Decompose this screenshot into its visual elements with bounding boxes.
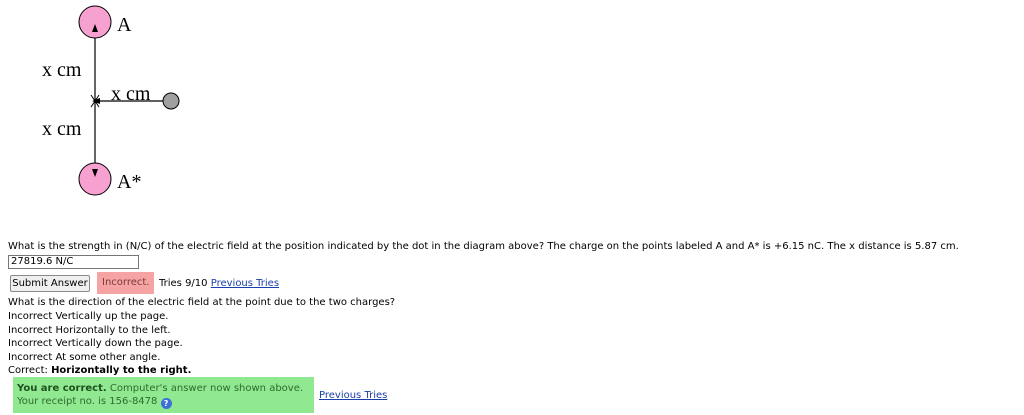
charge-diagram: A A* x cm x cm x cm — [42, 5, 180, 196]
question-1-text: What is the strength in (N/C) of the ele… — [8, 241, 959, 252]
list-item: Incorrect Vertically down the page. — [8, 338, 183, 349]
submit-answer-button[interactable]: Submit Answer — [10, 275, 90, 292]
label-horizontal-x: x cm — [111, 83, 151, 105]
question-2-text: What is the direction of the electric fi… — [8, 297, 396, 308]
options-list: Incorrect Vertically up the page. Incorr… — [8, 310, 191, 378]
help-icon[interactable]: ? — [160, 398, 172, 409]
correct-answer-row: Correct: Horizontally to the right. — [8, 364, 191, 378]
correct-answer: Horizontally to the right. — [51, 365, 192, 376]
tries-row: Tries 9/10 Previous Tries — [159, 278, 279, 289]
feedback-text: Computer's answer now shown above. — [109, 383, 304, 394]
previous-tries-link-2[interactable]: Previous Tries — [319, 390, 387, 401]
list-item: Incorrect Vertically up the page. — [8, 311, 169, 322]
label-lower-x: x cm — [42, 118, 82, 140]
list-item: Incorrect Horizontally to the left. — [8, 324, 171, 336]
correct-prefix: Correct: — [8, 365, 48, 376]
receipt-text: Your receipt no. is 156-8478 — [17, 396, 158, 407]
feedback-box: You are correct. Computer's answer now s… — [13, 377, 314, 413]
status-badge: Incorrect. — [97, 272, 155, 294]
label-a: A — [117, 14, 132, 36]
field-point-dot — [162, 92, 180, 110]
charge-a-star — [78, 162, 112, 196]
label-a-star: A* — [117, 171, 141, 193]
feedback-bold: You are correct. — [17, 383, 107, 394]
list-item: Incorrect At some other angle. — [8, 351, 161, 363]
charge-a — [78, 5, 112, 39]
answer-input[interactable] — [8, 255, 139, 269]
previous-tries-link[interactable]: Previous Tries — [211, 278, 279, 289]
label-upper-x: x cm — [42, 59, 82, 81]
tries-count: Tries 9/10 — [159, 278, 208, 289]
